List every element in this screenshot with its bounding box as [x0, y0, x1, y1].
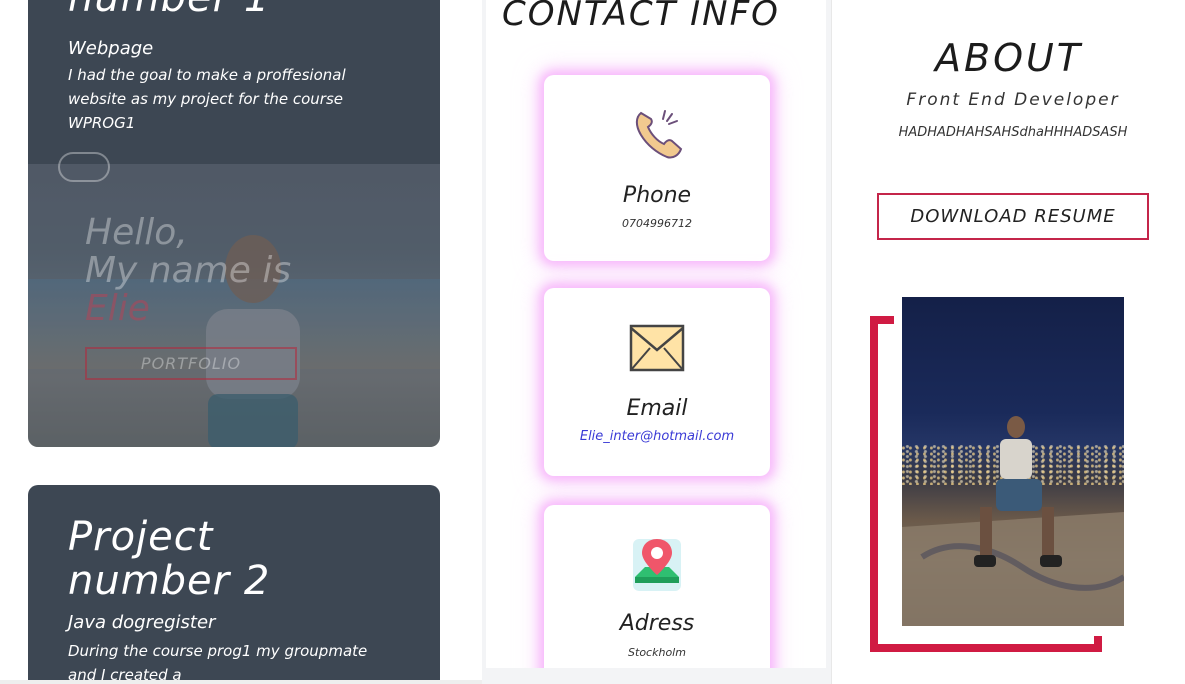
about-role: Front End Developer	[906, 90, 1120, 110]
phone-icon	[635, 110, 683, 159]
decorative-bracket	[1094, 636, 1102, 652]
about-panel: ABOUT Front End Developer HADHADHAHSAHSd…	[831, 0, 1185, 684]
project-subtitle: Webpage	[68, 38, 154, 59]
project-description: During the course prog1 my groupmate and…	[68, 642, 368, 684]
projects-panel: number 1 Webpage I had the goal to make …	[0, 0, 482, 684]
email-label: Email	[626, 396, 688, 421]
preview-name: Elie	[85, 288, 150, 329]
divider	[486, 668, 826, 684]
address-label: Adress	[619, 611, 695, 636]
contact-card-phone[interactable]: Phone 0704996712	[544, 75, 770, 261]
person-figure	[902, 416, 1124, 626]
project-preview-image: Hello, My name is Elie PORTFOLIO	[28, 152, 440, 447]
contact-card-address[interactable]: Adress Stockholm	[544, 505, 770, 684]
project-card-1[interactable]: number 1 Webpage I had the goal to make …	[28, 0, 440, 447]
project-title-2: number 2	[68, 558, 271, 604]
project-description: I had the goal to make a proffesional we…	[68, 66, 346, 132]
decorative-bracket	[870, 316, 878, 652]
preview-portfolio-button: PORTFOLIO	[85, 347, 297, 380]
divider	[0, 680, 482, 684]
contact-card-email[interactable]: Email Elie_inter@hotmail.com	[544, 288, 770, 476]
address-value: Stockholm	[628, 646, 686, 659]
phone-label: Phone	[622, 183, 692, 208]
about-text: HADHADHAHSAHSdhaHHHADSASH	[898, 125, 1128, 140]
project-card-2[interactable]: Project number 2 Java dogregister During…	[28, 485, 440, 684]
decorative-bracket	[870, 644, 1102, 652]
project-card-header: number 1 Webpage I had the goal to make …	[28, 0, 440, 164]
menu-icon	[58, 152, 110, 182]
profile-photo	[902, 297, 1124, 626]
email-link[interactable]: Elie_inter@hotmail.com	[544, 429, 770, 444]
location-pin-icon	[633, 539, 681, 591]
envelope-icon	[629, 324, 685, 372]
project-title: Project	[68, 514, 214, 560]
preview-greeting: Hello,	[85, 212, 188, 253]
download-resume-button[interactable]: DOWNLOAD RESUME	[877, 193, 1149, 240]
project-title: number 1	[68, 0, 270, 20]
about-heading: ABOUT	[935, 36, 1083, 80]
preview-greeting-2: My name is	[85, 250, 292, 291]
decorative-bracket	[870, 316, 894, 324]
phone-value: 0704996712	[622, 217, 692, 230]
contact-panel: CONTACT INFO Phone 0704996712 Email Elie…	[486, 0, 826, 684]
project-subtitle: Java dogregister	[68, 612, 216, 633]
contact-heading: CONTACT INFO	[502, 0, 780, 34]
